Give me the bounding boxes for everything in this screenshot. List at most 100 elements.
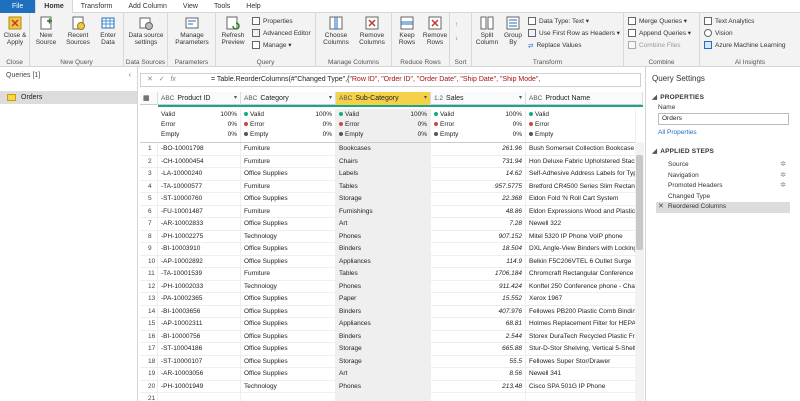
cell-sub-category[interactable]: Chairs: [336, 155, 431, 168]
refresh-preview-button[interactable]: Refresh Preview: [218, 15, 248, 46]
cell-sales[interactable]: 261.96: [431, 143, 526, 155]
close-apply-button[interactable]: Close & Apply: [2, 15, 28, 46]
cell-sales[interactable]: 665.88: [431, 343, 526, 355]
cell-product-id[interactable]: -PH-10002033: [158, 280, 241, 293]
row-number[interactable]: 7: [140, 218, 158, 230]
properties-button[interactable]: Properties: [252, 16, 293, 27]
cell-product-id[interactable]: -ST-10000760: [158, 193, 241, 205]
cell-product-name[interactable]: Hon Deluxe Fabric Upholstered Stack: [526, 155, 643, 168]
cell-product-id[interactable]: -TA-10000577: [158, 180, 241, 193]
cell-product-id[interactable]: -PH-10001949: [158, 380, 241, 393]
cell-product-id[interactable]: -PH-10002275: [158, 230, 241, 243]
cell-sub-category[interactable]: Storage: [336, 343, 431, 355]
table-row[interactable]: 14 -BI-10003656 Office Supplies Binders 407.…: [140, 305, 643, 318]
table-row[interactable]: 10 -AP-10002892 Office Supplies Appliances 1…: [140, 255, 643, 268]
combine-files-button[interactable]: Combine Files: [628, 40, 681, 51]
tab-help[interactable]: Help: [238, 0, 268, 13]
column-header-sales[interactable]: 1.2 Sales ▾: [431, 92, 526, 105]
row-number[interactable]: 21: [140, 393, 158, 401]
table-row[interactable]: 4 -TA-10000577 Furniture Tables 957.5775 Bret…: [140, 180, 643, 193]
row-number[interactable]: 2: [140, 155, 158, 168]
cell-sub-category[interactable]: Phones: [336, 280, 431, 293]
table-row[interactable]: 6 -FU-10001487 Furniture Furnishings 48.86 El…: [140, 205, 643, 218]
cell-product-id[interactable]: -CH-10000454: [158, 155, 241, 168]
cell-sub-category[interactable]: Art: [336, 218, 431, 230]
step-source[interactable]: Source ✲: [656, 160, 790, 171]
row-number[interactable]: 5: [140, 193, 158, 205]
cell-product-name[interactable]: Self-Adhesive Address Labels for Type: [526, 168, 643, 180]
cell-product-name[interactable]: Belkin F5C206VTEL 6 Outlet Surge: [526, 255, 643, 268]
gear-icon[interactable]: ✲: [780, 171, 786, 182]
table-row[interactable]: 11 -TA-10001539 Furniture Tables 1706.184 Chr…: [140, 268, 643, 281]
cell-product-name[interactable]: Eldon Expressions Wood and Plastic D: [526, 205, 643, 218]
cell-category[interactable]: Technology: [241, 230, 336, 243]
vision-button[interactable]: Vision: [704, 28, 733, 39]
query-item-orders[interactable]: Orders: [0, 91, 137, 104]
tab-add-column[interactable]: Add Column: [120, 0, 175, 13]
cell-category[interactable]: Office Supplies: [241, 255, 336, 268]
table-row[interactable]: 16 -BI-10000756 Office Supplies Binders 2.54…: [140, 330, 643, 343]
cell-sales[interactable]: 18.504: [431, 243, 526, 255]
table-row[interactable]: 2 -CH-10000454 Furniture Chairs 731.94 Hon De…: [140, 155, 643, 168]
step-promoted-headers[interactable]: Promoted Headers ✲: [656, 181, 790, 192]
cell-category[interactable]: Furniture: [241, 180, 336, 193]
cell-sales[interactable]: 15.552: [431, 293, 526, 305]
properties-section[interactable]: ◢ PROPERTIES: [646, 90, 800, 104]
table-row[interactable]: 3 -LA-10000240 Office Supplies Labels 14.62 S…: [140, 168, 643, 181]
column-header-sub-category[interactable]: ABC Sub-Category ▾: [336, 92, 431, 105]
cell-category[interactable]: Office Supplies: [241, 243, 336, 255]
cell-product-name[interactable]: Eldon Fold 'N Roll Cart System: [526, 193, 643, 205]
cell-product-id[interactable]: -BI-10003656: [158, 305, 241, 318]
row-number[interactable]: 3: [140, 168, 158, 180]
column-header-product-id[interactable]: ABC Product ID ▾: [158, 92, 241, 105]
table-corner-menu[interactable]: ▦: [140, 92, 158, 105]
cell-category[interactable]: Office Supplies: [241, 293, 336, 305]
row-number[interactable]: 19: [140, 368, 158, 380]
cell-product-id[interactable]: -TA-10001539: [158, 268, 241, 280]
cell-product-name[interactable]: Fellowes PB200 Plastic Comb Binding: [526, 305, 643, 318]
table-row[interactable]: 18 -ST-10000107 Office Supplies Storage 55.5…: [140, 355, 643, 368]
step-changed-type[interactable]: Changed Type: [656, 192, 790, 203]
cell-sales[interactable]: [431, 393, 526, 401]
text-analytics-button[interactable]: Text Analytics: [704, 16, 754, 27]
cell-sub-category[interactable]: Appliances: [336, 318, 431, 330]
cell-sales[interactable]: 55.5: [431, 355, 526, 368]
cell-product-id[interactable]: -BI-10003910: [158, 243, 241, 255]
remove-rows-button[interactable]: Remove Rows: [421, 15, 449, 46]
cell-product-name[interactable]: Newell 341: [526, 368, 643, 380]
cell-sub-category[interactable]: Storage: [336, 193, 431, 205]
column-header-category[interactable]: ABC Category ▾: [241, 92, 336, 105]
cell-category[interactable]: Office Supplies: [241, 305, 336, 318]
cell-product-id[interactable]: -BO-10001798: [158, 143, 241, 155]
cell-sub-category[interactable]: Phones: [336, 230, 431, 243]
cell-sub-category[interactable]: Tables: [336, 268, 431, 280]
collapse-chevron-icon[interactable]: ‹: [129, 67, 131, 85]
cell-product-name[interactable]: Holmes Replacement Filter for HEPA: [526, 318, 643, 330]
use-first-row-headers-button[interactable]: Use First Row as Headers ▾: [528, 28, 620, 39]
cell-category[interactable]: Office Supplies: [241, 318, 336, 330]
filter-dropdown-icon[interactable]: ▾: [519, 92, 522, 105]
cell-sales[interactable]: 907.152: [431, 230, 526, 243]
cell-sub-category[interactable]: Tables: [336, 180, 431, 193]
cell-product-id[interactable]: -ST-10004186: [158, 343, 241, 355]
azure-ml-button[interactable]: Azure Machine Learning: [704, 40, 785, 51]
cell-category[interactable]: Furniture: [241, 143, 336, 155]
cell-category[interactable]: Technology: [241, 280, 336, 293]
cancel-icon[interactable]: ✕: [147, 76, 153, 83]
cell-product-name[interactable]: DXL Angle-View Binders with Locking: [526, 243, 643, 255]
row-number[interactable]: 17: [140, 343, 158, 355]
cell-sales[interactable]: 2.544: [431, 330, 526, 343]
split-column-button[interactable]: Split Column: [474, 15, 500, 46]
cell-category[interactable]: Office Supplies: [241, 330, 336, 343]
cell-category[interactable]: Office Supplies: [241, 355, 336, 368]
cell-product-id[interactable]: -AR-10003056: [158, 368, 241, 380]
formula-text[interactable]: = Table.ReorderColumns(#"Changed Type",{…: [211, 76, 540, 83]
cell-sales[interactable]: 68.81: [431, 318, 526, 330]
cell-sales[interactable]: 8.56: [431, 368, 526, 380]
cell-product-name[interactable]: Bretford CR4500 Series Slim Rectang: [526, 180, 643, 193]
row-number[interactable]: 15: [140, 318, 158, 330]
cell-sub-category[interactable]: [336, 393, 431, 401]
vertical-scrollbar-thumb[interactable]: [636, 155, 643, 250]
table-row[interactable]: 7 -AR-10002833 Office Supplies Art 7.28 Newel…: [140, 218, 643, 231]
cell-product-name[interactable]: Fellowes Super Stor/Drawer: [526, 355, 643, 368]
